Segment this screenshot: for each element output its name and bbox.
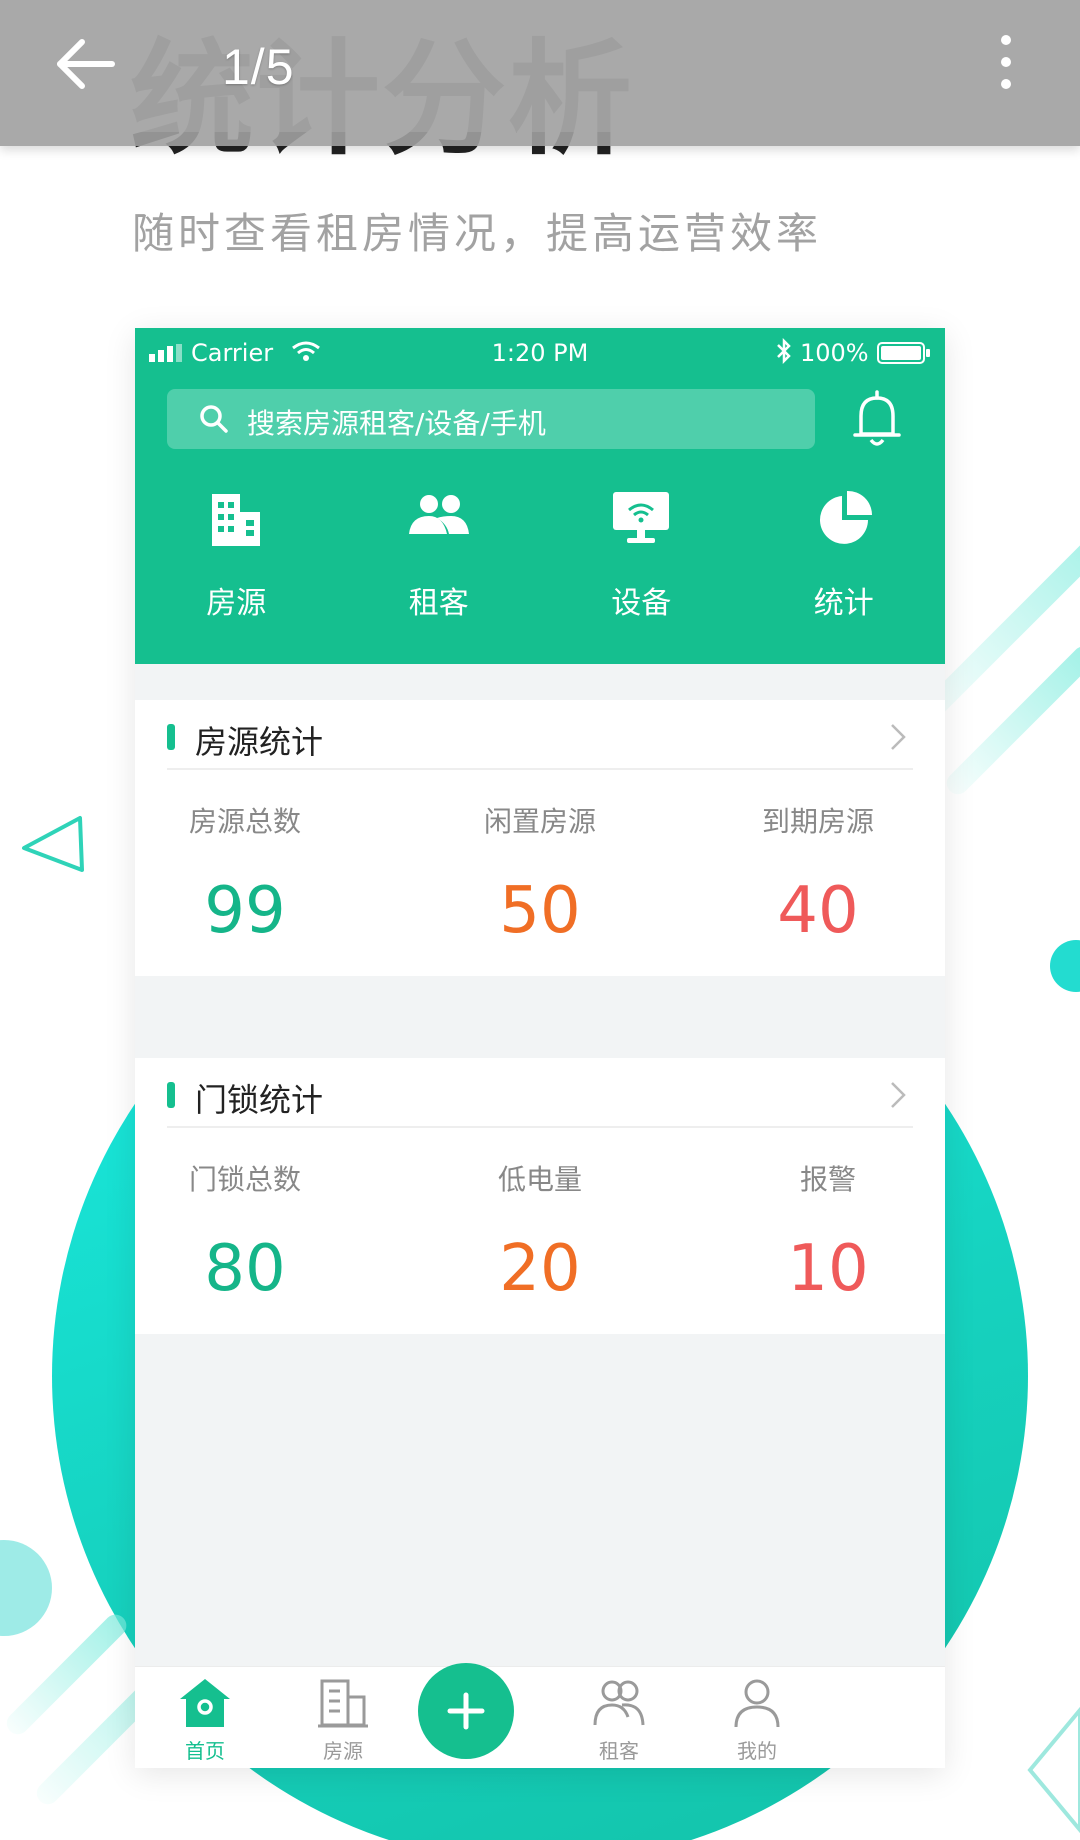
quick-nav-item-tenants[interactable]: 租客 bbox=[338, 488, 541, 638]
bluetooth-icon bbox=[777, 338, 791, 364]
stat-low-battery: 低电量 20 bbox=[430, 1158, 650, 1306]
card-header: 门锁统计 bbox=[167, 1058, 913, 1128]
chevron-right-icon[interactable] bbox=[889, 722, 907, 752]
page-subtitle: 随时查看租房情况，提高运营效率 bbox=[132, 209, 823, 258]
lock-stats-card[interactable]: 门锁统计 门锁总数 80 低电量 20 报警 10 bbox=[135, 1058, 945, 1334]
triangle-decoration bbox=[1027, 1706, 1080, 1834]
tab-label: 首页 bbox=[185, 1739, 225, 1763]
stat-label: 闲置房源 bbox=[483, 805, 596, 838]
battery-icon bbox=[877, 342, 930, 364]
home-icon bbox=[180, 1679, 230, 1727]
card-title: 门锁统计 bbox=[195, 1081, 324, 1119]
quick-nav: 房源 租客 设备 统计 bbox=[135, 488, 945, 638]
quick-nav-label: 统计 bbox=[813, 586, 874, 621]
background-stripe bbox=[922, 519, 1080, 719]
background-dot bbox=[0, 1540, 52, 1636]
housing-stats-card[interactable]: 房源统计 房源总数 99 闲置房源 50 到期房源 40 bbox=[135, 700, 945, 976]
battery-percentage: 100% bbox=[800, 339, 869, 367]
pie-chart-icon bbox=[819, 490, 872, 544]
tab-housing[interactable]: 房源 bbox=[273, 1667, 413, 1768]
building-outline-icon bbox=[318, 1679, 368, 1728]
stat-value: 50 bbox=[499, 874, 581, 948]
page-counter: 1/5 bbox=[222, 39, 295, 95]
stat-alarms: 报警 10 bbox=[718, 1158, 938, 1306]
quick-nav-item-housing[interactable]: 房源 bbox=[135, 488, 338, 638]
triangle-decoration bbox=[22, 816, 84, 872]
quick-nav-label: 房源 bbox=[206, 586, 267, 621]
stat-value: 80 bbox=[204, 1232, 286, 1306]
background-stripe bbox=[942, 641, 1080, 799]
quick-nav-item-devices[interactable]: 设备 bbox=[540, 488, 743, 638]
tab-tenants[interactable]: 租客 bbox=[549, 1667, 689, 1768]
monitor-wifi-icon bbox=[613, 492, 670, 543]
add-button[interactable] bbox=[418, 1663, 514, 1759]
stat-value: 40 bbox=[777, 874, 859, 948]
accent-bar bbox=[167, 1082, 175, 1108]
search-placeholder: 搜索房源租客/设备/手机 bbox=[247, 407, 546, 440]
tab-profile[interactable]: 我的 bbox=[687, 1667, 827, 1768]
stat-idle-housing: 闲置房源 50 bbox=[430, 800, 650, 948]
phone-mockup: Carrier 1:20 PM 100% 搜索房源租客/设备/手机 房源 租客 … bbox=[135, 328, 945, 1768]
more-vertical-icon[interactable] bbox=[994, 30, 1018, 94]
background-dot bbox=[1050, 940, 1080, 992]
tab-home[interactable]: 首页 bbox=[135, 1667, 275, 1768]
stat-total-locks: 门锁总数 80 bbox=[135, 1158, 355, 1306]
card-title: 房源统计 bbox=[195, 723, 324, 761]
stat-value: 10 bbox=[787, 1232, 869, 1306]
stat-value: 20 bbox=[499, 1232, 581, 1306]
background-stripe bbox=[2, 1610, 131, 1739]
plus-icon bbox=[447, 1692, 485, 1730]
stat-label: 低电量 bbox=[497, 1163, 582, 1196]
stat-label: 门锁总数 bbox=[188, 1163, 301, 1196]
toolbar-inner bbox=[12, 12, 1068, 132]
people-icon bbox=[408, 495, 469, 534]
stat-label: 房源总数 bbox=[188, 805, 301, 838]
quick-nav-label: 设备 bbox=[611, 586, 672, 621]
search-icon bbox=[200, 405, 228, 433]
user-outline-icon bbox=[734, 1679, 780, 1728]
card-header: 房源统计 bbox=[167, 700, 913, 770]
bottom-tab-bar: 首页 房源 租客 我的 bbox=[135, 1663, 945, 1768]
stat-total-housing: 房源总数 99 bbox=[135, 800, 355, 948]
app-header: Carrier 1:20 PM 100% 搜索房源租客/设备/手机 房源 租客 … bbox=[135, 328, 945, 664]
tab-label: 租客 bbox=[599, 1739, 639, 1763]
building-icon bbox=[212, 494, 261, 546]
stat-label: 到期房源 bbox=[761, 805, 874, 838]
accent-bar bbox=[167, 724, 175, 750]
status-bar: Carrier 1:20 PM 100% bbox=[135, 328, 945, 376]
quick-nav-item-statistics[interactable]: 统计 bbox=[743, 488, 946, 638]
stat-expiring-housing: 到期房源 40 bbox=[708, 800, 928, 948]
bell-icon[interactable] bbox=[851, 390, 903, 450]
chevron-right-icon[interactable] bbox=[889, 1080, 907, 1110]
stat-value: 99 bbox=[204, 874, 286, 948]
quick-nav-label: 租客 bbox=[408, 586, 469, 621]
back-arrow-icon[interactable] bbox=[52, 32, 120, 96]
tab-label: 房源 bbox=[323, 1739, 363, 1763]
people-outline-icon bbox=[593, 1680, 645, 1726]
image-viewer-toolbar: 1/5 bbox=[0, 0, 1080, 146]
tab-label: 我的 bbox=[737, 1739, 777, 1763]
search-input[interactable]: 搜索房源租客/设备/手机 bbox=[167, 389, 815, 449]
stat-label: 报警 bbox=[799, 1163, 856, 1196]
